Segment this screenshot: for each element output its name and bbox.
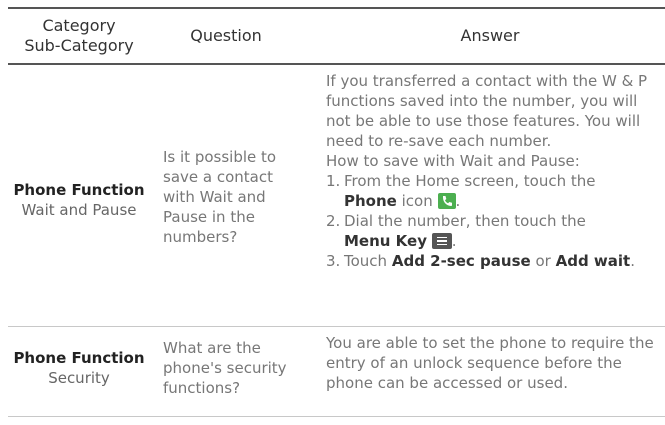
- header-category: Category Sub-Category: [8, 16, 150, 56]
- step-pre-text: From the Home screen, touch the: [344, 172, 596, 190]
- step-end-text: .: [630, 252, 635, 270]
- answer-step-1: 1. From the Home screen, touch the Phone…: [326, 171, 664, 211]
- subcategory-label: Wait and Pause: [21, 201, 137, 219]
- table-row-2-category: Phone Function Security: [8, 348, 150, 388]
- step-mid-text: or: [535, 252, 551, 270]
- step-pre-text: Dial the number, then touch the: [344, 212, 586, 230]
- row-divider: [8, 326, 665, 327]
- answer-howto: How to save with Wait and Pause:: [326, 152, 580, 170]
- menu-key-icon: [431, 232, 452, 249]
- answer-intro: If you transferred a contact with the W …: [326, 72, 648, 150]
- answer-step-3: 3. Touch Add 2-sec pause or Add wait.: [326, 251, 664, 271]
- step-text: Dial the number, then touch the Menu Key…: [344, 212, 586, 250]
- category-label: Phone Function: [13, 349, 145, 367]
- step-text: From the Home screen, touch the Phone ic…: [344, 172, 596, 210]
- table-bottom-rule: [8, 416, 665, 417]
- step-pre-text: Touch: [344, 252, 388, 270]
- table-row-1-answer: If you transferred a contact with the W …: [326, 71, 664, 271]
- phone-icon: [437, 192, 456, 209]
- header-rule: [8, 63, 665, 65]
- header-category-label: Category: [42, 16, 116, 35]
- step-bold-text: Add wait: [555, 252, 631, 270]
- table-row-2-answer: You are able to set the phone to require…: [326, 334, 654, 392]
- step-text: Touch Add 2-sec pause or Add wait.: [344, 251, 635, 271]
- header-question: Question: [190, 26, 262, 45]
- step-post-text: icon: [401, 192, 433, 210]
- step-bold-text: Phone: [344, 192, 397, 210]
- step-number: 1.: [326, 172, 341, 190]
- table-row-2-question: What are the phone's security functions?: [163, 339, 287, 397]
- step-number: 3.: [326, 252, 341, 270]
- table-row-1-category: Phone Function Wait and Pause: [8, 180, 150, 220]
- step-bold-text: Menu Key: [344, 232, 427, 250]
- step-number: 2.: [326, 212, 341, 230]
- header-subcategory-label: Sub-Category: [24, 36, 134, 55]
- subcategory-label: Security: [48, 369, 110, 387]
- answer-step-2: 2. Dial the number, then touch the Menu …: [326, 211, 664, 251]
- header-answer: Answer: [460, 26, 520, 45]
- table-row-1-question: Is it possible to save a contact with Wa…: [163, 148, 277, 246]
- table-top-rule: [8, 7, 665, 9]
- category-label: Phone Function: [13, 181, 145, 199]
- step-bold-text: Add 2-sec pause: [391, 252, 531, 270]
